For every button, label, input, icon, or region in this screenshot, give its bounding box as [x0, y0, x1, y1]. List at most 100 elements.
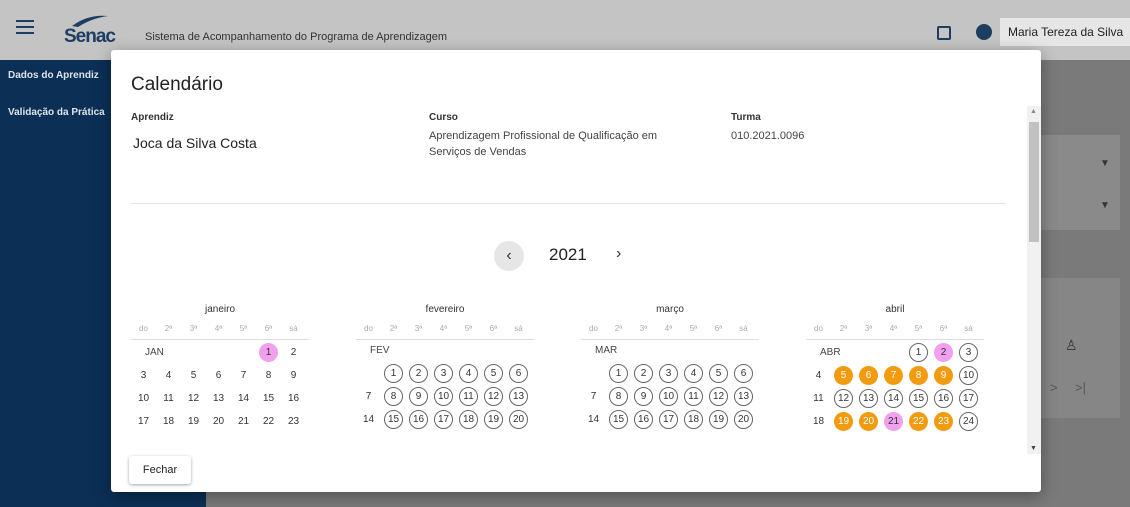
calendar-day[interactable]: 20 — [506, 409, 531, 430]
calendar-day[interactable]: 4 — [681, 363, 706, 384]
calendar-day[interactable]: 2 — [931, 342, 956, 363]
calendar-day[interactable]: 15 — [381, 409, 406, 430]
calendar-day[interactable]: 5 — [831, 365, 856, 386]
paginator-next[interactable]: > — [1050, 380, 1058, 395]
calendar-day[interactable]: 1 — [381, 363, 406, 384]
calendar-day[interactable]: 3 — [131, 365, 156, 386]
calendar-day[interactable]: 2 — [631, 363, 656, 384]
calendar-day[interactable]: 20 — [856, 411, 881, 432]
calendar-day[interactable]: 19 — [831, 411, 856, 432]
calendar-day[interactable]: 8 — [381, 386, 406, 407]
calendar-day[interactable]: 17 — [431, 409, 456, 430]
calendar-day[interactable]: 21 — [231, 411, 256, 432]
next-year-button[interactable]: › — [616, 245, 621, 263]
calendar-day[interactable]: 20 — [731, 409, 756, 430]
calendar-day[interactable]: 6 — [856, 365, 881, 386]
calendar-day[interactable]: 22 — [256, 411, 281, 432]
calendar-day[interactable]: 13 — [856, 388, 881, 409]
user-avatar-icon[interactable] — [976, 24, 992, 40]
calendar-day[interactable]: 16 — [406, 409, 431, 430]
calendar-day[interactable]: 14 — [356, 409, 381, 430]
calendar-day[interactable]: 19 — [706, 409, 731, 430]
calendar-day[interactable]: 4 — [156, 365, 181, 386]
calendar-day[interactable]: 18 — [456, 409, 481, 430]
sidebar-item-dados-aprendiz[interactable]: Dados do Aprendiz — [8, 70, 99, 81]
calendar-day[interactable]: 5 — [706, 363, 731, 384]
calendar-day[interactable]: 12 — [181, 388, 206, 409]
calendar-day[interactable]: 3 — [956, 342, 981, 363]
calendar-day[interactable]: 8 — [906, 365, 931, 386]
calendar-day[interactable]: 22 — [906, 411, 931, 432]
calendar-day[interactable]: 8 — [256, 365, 281, 386]
calendar-day[interactable]: 14 — [881, 388, 906, 409]
calendar-day[interactable]: 23 — [931, 411, 956, 432]
calendar-day[interactable]: 12 — [706, 386, 731, 407]
calendar-day[interactable]: 3 — [431, 363, 456, 384]
calendar-day[interactable]: 10 — [431, 386, 456, 407]
calendar-day[interactable]: 7 — [581, 386, 606, 407]
calendar-day[interactable]: 5 — [181, 365, 206, 386]
calendar-day[interactable]: 14 — [581, 409, 606, 430]
calendar-day[interactable]: 8 — [606, 386, 631, 407]
calendar-day[interactable]: 17 — [656, 409, 681, 430]
calendar-day[interactable]: 3 — [656, 363, 681, 384]
calendar-day[interactable]: 15 — [606, 409, 631, 430]
calendar-day[interactable]: 12 — [831, 388, 856, 409]
calendar-day[interactable]: 11 — [456, 386, 481, 407]
calendar-day[interactable]: 23 — [281, 411, 306, 432]
user-name[interactable]: Maria Tereza da Silva — [1000, 18, 1130, 46]
calendar-day[interactable]: 20 — [206, 411, 231, 432]
calendar-day[interactable]: 13 — [731, 386, 756, 407]
calendar-day[interactable]: 1 — [606, 363, 631, 384]
login-icon[interactable] — [937, 26, 951, 40]
calendar-day[interactable]: 4 — [806, 365, 831, 386]
scroll-thumb[interactable] — [1029, 122, 1039, 242]
calendar-day[interactable]: 10 — [656, 386, 681, 407]
calendar-day[interactable]: 16 — [281, 388, 306, 409]
calendar-day[interactable]: 18 — [806, 411, 831, 432]
calendar-day[interactable]: 11 — [156, 388, 181, 409]
dialog-scrollbar[interactable]: ▲ ▼ — [1027, 106, 1041, 454]
close-button[interactable]: Fechar — [129, 456, 191, 484]
calendar-day[interactable]: 9 — [631, 386, 656, 407]
calendar-day[interactable]: 16 — [631, 409, 656, 430]
calendar-day[interactable]: 9 — [406, 386, 431, 407]
calendar-day[interactable]: 7 — [881, 365, 906, 386]
menu-icon[interactable] — [16, 20, 34, 34]
calendar-day[interactable]: 13 — [506, 386, 531, 407]
scroll-down-icon[interactable]: ▼ — [1030, 445, 1037, 452]
calendar-day[interactable]: 6 — [731, 363, 756, 384]
calendar-day[interactable]: 2 — [406, 363, 431, 384]
calendar-day[interactable]: 6 — [506, 363, 531, 384]
calendar-day[interactable]: 15 — [906, 388, 931, 409]
calendar-day[interactable]: 7 — [356, 386, 381, 407]
calendar-day[interactable]: 16 — [931, 388, 956, 409]
sidebar-item-validacao-pratica[interactable]: Validação da Prática — [8, 107, 105, 118]
calendar-day[interactable]: 15 — [256, 388, 281, 409]
calendar-day[interactable]: 1 — [906, 342, 931, 363]
calendar-day[interactable]: 5 — [481, 363, 506, 384]
paginator-last[interactable]: >| — [1075, 380, 1086, 395]
calendar-day[interactable]: 14 — [231, 388, 256, 409]
calendar-day[interactable]: 9 — [931, 365, 956, 386]
calendar-day[interactable]: 12 — [481, 386, 506, 407]
calendar-day[interactable]: 19 — [481, 409, 506, 430]
calendar-day[interactable]: 17 — [131, 411, 156, 432]
calendar-day[interactable]: 18 — [156, 411, 181, 432]
scroll-up-icon[interactable]: ▲ — [1030, 108, 1037, 115]
calendar-day[interactable]: 7 — [231, 365, 256, 386]
calendar-day[interactable]: 21 — [881, 411, 906, 432]
calendar-day[interactable]: 2 — [281, 342, 306, 363]
calendar-day[interactable]: 24 — [956, 411, 981, 432]
calendar-day[interactable]: 11 — [681, 386, 706, 407]
calendar-day[interactable]: 17 — [956, 388, 981, 409]
calendar-day[interactable]: 10 — [956, 365, 981, 386]
calendar-day[interactable]: 6 — [206, 365, 231, 386]
calendar-day[interactable]: 18 — [681, 409, 706, 430]
calendar-day[interactable]: 1 — [256, 342, 281, 363]
calendar-day[interactable]: 13 — [206, 388, 231, 409]
calendar-day[interactable]: 4 — [456, 363, 481, 384]
calendar-day[interactable]: 10 — [131, 388, 156, 409]
calendar-day[interactable]: 9 — [281, 365, 306, 386]
prev-year-button[interactable]: ‹ — [494, 241, 524, 271]
